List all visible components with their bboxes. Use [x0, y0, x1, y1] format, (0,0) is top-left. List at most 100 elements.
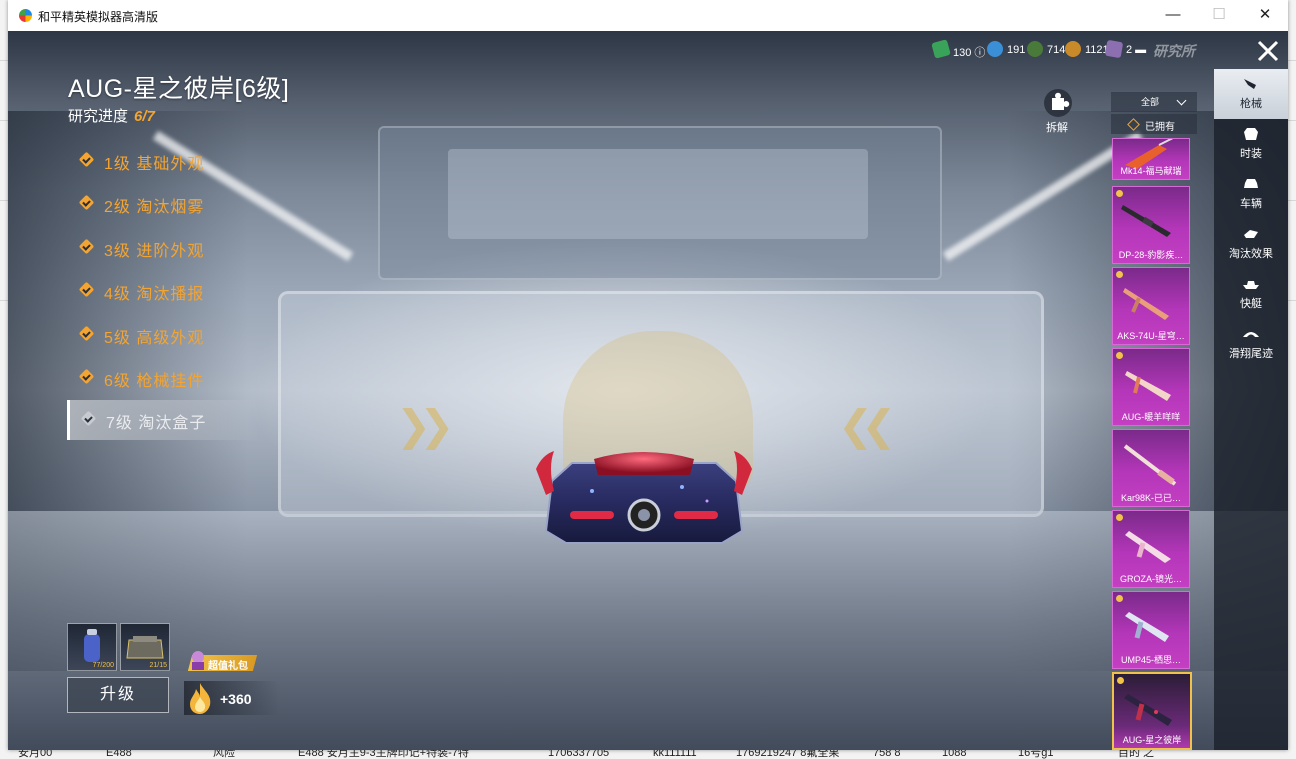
checkmark-diamond-icon: [78, 151, 95, 168]
rifle-icon: [1124, 694, 1172, 726]
skin-name: AUG-星之彼岸: [1122, 735, 1182, 745]
research-progress-value: 6/7: [134, 108, 155, 125]
skin-name: Kar98K-已已…: [1120, 493, 1182, 503]
smg-icon: [1125, 612, 1169, 642]
category-tab-outfit[interactable]: 时装: [1214, 119, 1288, 169]
category-tab-elimination-effect[interactable]: 淘汰效果: [1214, 219, 1288, 269]
rifle-icon: [1123, 288, 1169, 320]
elimination-box-preview[interactable]: [532, 451, 756, 547]
skin-name: DP-28-豹影疾…: [1118, 250, 1184, 260]
minimize-button[interactable]: —: [1150, 0, 1196, 31]
rifle-icon: [1125, 371, 1171, 401]
app-logo-icon: [19, 9, 32, 22]
sheet-cell: 目的 之: [1118, 749, 1155, 759]
level-item-3[interactable]: 3级 进阶外观: [68, 228, 258, 268]
rarity-badge-icon: [1116, 514, 1123, 521]
category-tab-gun[interactable]: 枪械: [1214, 69, 1288, 119]
globe-coin-icon: [987, 41, 1003, 57]
level-item-7[interactable]: 7级 淘汰盒子: [67, 400, 260, 440]
level-item-2[interactable]: 2级 淘汰烟雾: [68, 184, 258, 224]
chevron-left-decor-icon: ❮❮: [838, 402, 896, 449]
skin-card-selected[interactable]: AUG-星之彼岸: [1112, 672, 1192, 750]
title-bar[interactable]: 和平精英模拟器高清版 — ☐ ✕: [8, 0, 1288, 31]
skin-card[interactable]: GROZA-镜光…: [1112, 510, 1190, 588]
skin-card[interactable]: AKS-74U-星穹…: [1112, 267, 1190, 345]
level-item-4[interactable]: 4级 淘汰播报: [68, 271, 258, 311]
category-label: 滑翔尾迹: [1229, 348, 1273, 360]
research-lab-label[interactable]: 研究所: [1153, 41, 1195, 61]
level-label: 5级 高级外观: [104, 330, 205, 347]
level-label: 2级 淘汰烟雾: [104, 199, 205, 216]
checkmark-diamond-icon: [78, 194, 95, 211]
level-item-1[interactable]: 1级 基础外观: [68, 141, 258, 181]
maximize-button[interactable]: ☐: [1196, 0, 1242, 31]
close-icon[interactable]: [1253, 36, 1283, 66]
research-progress-label: 研究进度: [68, 108, 129, 125]
skin-name: GROZA-镜光…: [1120, 574, 1182, 584]
skin-card[interactable]: AUG-暖羊咩咩: [1112, 348, 1190, 426]
currency-coin[interactable]: 191: [987, 41, 1027, 59]
filter-dropdown-value: 全部: [1141, 97, 1160, 107]
gold-coin-icon: [1065, 41, 1081, 57]
sniper-rifle-icon: [1123, 444, 1177, 486]
currency-amount: 191: [1007, 44, 1026, 56]
skin-name: UMP45-栖思…: [1120, 655, 1181, 665]
rifle-icon: [1125, 531, 1171, 563]
category-label: 枪械: [1240, 98, 1262, 110]
boat-icon: [1243, 281, 1259, 289]
category-label: 时装: [1240, 148, 1262, 160]
skin-name: AKS-74U-星穹…: [1117, 331, 1185, 341]
checkmark-diamond-icon: [78, 368, 95, 385]
skin-name: Mk14-福马献瑞: [1120, 166, 1182, 176]
skin-card[interactable]: Kar98K-已已…: [1112, 429, 1190, 507]
level-item-6[interactable]: 6级 枪械挂件: [68, 358, 258, 398]
sheet-cell: 758 8: [873, 749, 901, 759]
window-title: 和平精英模拟器高清版: [38, 10, 159, 24]
currency-amount: 714: [1047, 44, 1066, 56]
currency-ticket[interactable]: 130 ⓘ: [931, 39, 985, 59]
elimination-effect-icon: [1244, 230, 1258, 238]
material-count: 21/15: [149, 662, 167, 669]
ticket-icon: [931, 39, 951, 59]
currency-token[interactable]: 714: [1027, 41, 1067, 59]
currency-value: 2 ▬: [1126, 44, 1147, 56]
badge-token-icon: [1027, 41, 1043, 57]
upgrade-button[interactable]: 升级: [67, 677, 169, 713]
close-window-button[interactable]: ✕: [1242, 0, 1288, 31]
game-viewport: ❯❯ ❮❮ AUG-星之彼岸[6级] 研究进度 6/7 1级 基础外观 2级 淘…: [8, 31, 1288, 750]
material-slot-crate[interactable]: 21/15: [120, 623, 170, 671]
currency-gold[interactable]: 1121: [1065, 41, 1109, 59]
disassemble-button[interactable]: 拆解: [1046, 119, 1068, 135]
material-count: 77/200: [92, 662, 114, 669]
gift-pack-label[interactable]: 超值礼包: [208, 657, 248, 672]
checkmark-diamond-icon: [78, 238, 95, 255]
skin-card[interactable]: DP-28-豹影疾…: [1112, 186, 1190, 264]
weapon-title: AUG-星之彼岸[6级]: [68, 75, 290, 103]
level-label: 4级 淘汰播报: [104, 286, 205, 303]
category-tab-glider-trail[interactable]: 滑翔尾迹: [1214, 319, 1288, 369]
category-label: 车辆: [1240, 198, 1262, 210]
sheet-cell: E488 安月主9-3主牌印记+特装-7特: [298, 749, 469, 759]
sheet-cell: 1706337705: [548, 749, 610, 759]
currency-voucher[interactable]: 2 ▬: [1104, 39, 1147, 59]
sheet-cell: 1088: [942, 749, 967, 759]
voucher-icon: [1104, 39, 1124, 59]
level-item-5[interactable]: 5级 高级外观: [68, 315, 258, 355]
puzzle-icon[interactable]: [1044, 89, 1072, 117]
category-tab-boat[interactable]: 快艇: [1214, 269, 1288, 319]
currency-amount: 2: [1126, 44, 1133, 56]
flame-icon: [190, 683, 211, 714]
material-slot-canister[interactable]: 77/200: [67, 623, 117, 671]
category-label: 快艇: [1240, 298, 1262, 310]
skin-card[interactable]: Mk14-福马献瑞: [1112, 138, 1190, 180]
level-label: 7级 淘汰盒子: [106, 415, 207, 432]
research-progress: 研究进度 6/7: [68, 105, 155, 126]
level-label: 3级 进阶外观: [104, 243, 205, 260]
gift-character-icon: [192, 651, 204, 670]
emulator-window: 和平精英模拟器高清版 — ☐ ✕ ❯❯ ❮❮ AUG-星之彼岸[6级] 研究进度…: [8, 0, 1288, 750]
currency-amount: 130: [953, 47, 972, 59]
skin-card[interactable]: UMP45-栖思…: [1112, 591, 1190, 669]
locked-diamond-icon: [80, 410, 97, 427]
category-tab-vehicle[interactable]: 车辆: [1214, 169, 1288, 219]
scene-ceiling-light: [448, 149, 868, 239]
